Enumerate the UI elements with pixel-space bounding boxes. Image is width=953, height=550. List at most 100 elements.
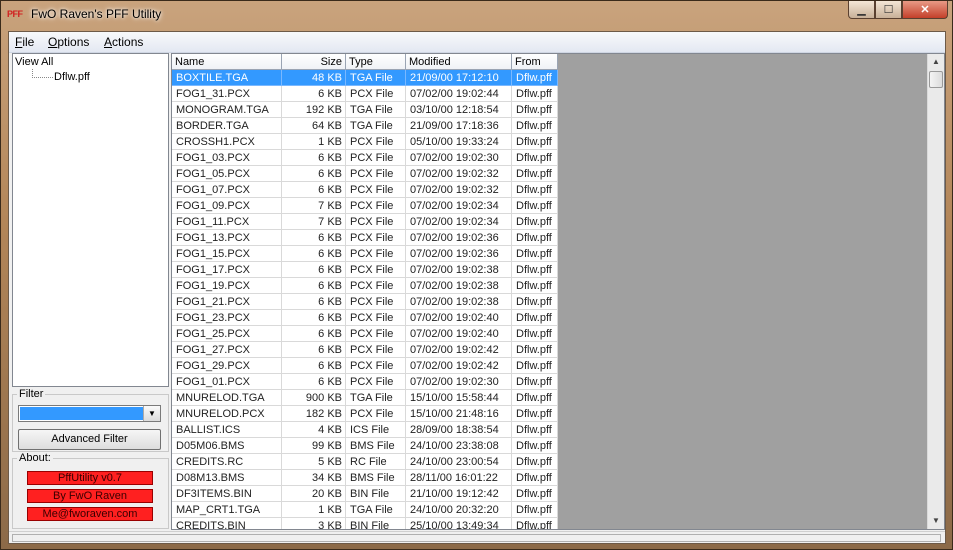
window-title: FwO Raven's PFF Utility — [31, 7, 162, 21]
file-size: 7 KB — [282, 214, 346, 230]
file-size: 6 KB — [282, 86, 346, 102]
file-name: FOG1_21.PCX — [172, 294, 282, 310]
table-row[interactable]: FOG1_11.PCX 7 KB PCX File 07/02/00 19:02:34… — [172, 214, 558, 230]
scroll-up-icon[interactable]: ▲ — [928, 54, 944, 70]
close-button[interactable]: ✕ — [902, 1, 948, 19]
table-row[interactable]: FOG1_07.PCX 6 KB PCX File 07/02/00 19:02:32… — [172, 182, 558, 198]
maximize-icon: ☐ — [883, 4, 894, 16]
table-row[interactable]: MAP_CRT1.TGA 1 KB TGA File 24/10/00 20:32:2… — [172, 502, 558, 518]
file-type: PCX File — [346, 342, 406, 358]
table-row[interactable]: D05M06.BMS 99 KB BMS File 24/10/00 23:38:08… — [172, 438, 558, 454]
file-name: FOG1_19.PCX — [172, 278, 282, 294]
menu-file[interactable]: File — [15, 35, 34, 49]
table-row[interactable]: FOG1_17.PCX 6 KB PCX File 07/02/00 19:02:38… — [172, 262, 558, 278]
tree-item-view-all[interactable]: View All — [15, 56, 53, 68]
column-header-name[interactable]: Name — [172, 54, 282, 70]
archive-tree[interactable]: View All Dflw.pff — [12, 53, 169, 387]
file-size: 3 KB — [282, 518, 346, 529]
column-header-type[interactable]: Type — [346, 54, 406, 70]
menu-actions[interactable]: Actions — [104, 35, 143, 49]
file-modified: 07/02/00 19:02:30 — [406, 374, 512, 390]
filter-dropdown[interactable]: ▼ — [18, 405, 161, 422]
file-name: FOG1_31.PCX — [172, 86, 282, 102]
table-row[interactable]: FOG1_09.PCX 7 KB PCX File 07/02/00 19:02:34… — [172, 198, 558, 214]
file-from: Dflw.pff — [512, 134, 558, 150]
status-panel — [12, 534, 941, 542]
file-type: BIN File — [346, 486, 406, 502]
file-modified: 07/02/00 19:02:36 — [406, 246, 512, 262]
about-email: Me@fworaven.com — [27, 507, 153, 521]
table-row[interactable]: FOG1_19.PCX 6 KB PCX File 07/02/00 19:02:38… — [172, 278, 558, 294]
file-modified: 28/09/00 18:38:54 — [406, 422, 512, 438]
client-area: File Options Actions View All Dflw.pff F… — [8, 31, 946, 544]
file-from: Dflw.pff — [512, 150, 558, 166]
table-row[interactable]: BOXTILE.TGA 48 KB TGA File 21/09/00 17:12:1… — [172, 70, 558, 86]
filter-label: Filter — [17, 388, 46, 400]
file-list[interactable]: Name Size Type Modified From BOXTILE.TGA… — [171, 53, 945, 530]
file-from: Dflw.pff — [512, 422, 558, 438]
title-bar[interactable]: PFF FwO Raven's PFF Utility ▁ ☐ ✕ — [1, 1, 952, 29]
file-from: Dflw.pff — [512, 182, 558, 198]
vertical-scrollbar[interactable]: ▲ ▼ — [927, 54, 944, 529]
file-name: FOG1_11.PCX — [172, 214, 282, 230]
table-row[interactable]: MNURELOD.TGA 900 KB TGA File 15/10/00 15:58… — [172, 390, 558, 406]
column-header-from[interactable]: From — [512, 54, 558, 70]
table-row[interactable]: DF3ITEMS.BIN 20 KB BIN File 21/10/00 19:12:… — [172, 486, 558, 502]
table-row[interactable]: CROSSH1.PCX 1 KB PCX File 05/10/00 19:33:24… — [172, 134, 558, 150]
table-row[interactable]: BORDER.TGA 64 KB TGA File 21/09/00 17:18:36… — [172, 118, 558, 134]
maximize-button[interactable]: ☐ — [875, 1, 902, 19]
table-row[interactable]: FOG1_05.PCX 6 KB PCX File 07/02/00 19:02:32… — [172, 166, 558, 182]
scroll-down-icon[interactable]: ▼ — [928, 513, 944, 529]
app-icon: PFF — [7, 9, 23, 19]
file-from: Dflw.pff — [512, 102, 558, 118]
table-row[interactable]: FOG1_31.PCX 6 KB PCX File 07/02/00 19:02:44… — [172, 86, 558, 102]
file-size: 6 KB — [282, 326, 346, 342]
table-row[interactable]: CREDITS.BIN 3 KB BIN File 25/10/00 13:49:34… — [172, 518, 558, 529]
table-row[interactable]: FOG1_25.PCX 6 KB PCX File 07/02/00 19:02:40… — [172, 326, 558, 342]
table-row[interactable]: FOG1_13.PCX 6 KB PCX File 07/02/00 19:02:36… — [172, 230, 558, 246]
file-modified: 07/02/00 19:02:42 — [406, 358, 512, 374]
file-size: 6 KB — [282, 246, 346, 262]
file-size: 20 KB — [282, 486, 346, 502]
file-type: TGA File — [346, 118, 406, 134]
table-row[interactable]: FOG1_27.PCX 6 KB PCX File 07/02/00 19:02:42… — [172, 342, 558, 358]
minimize-button[interactable]: ▁ — [848, 1, 875, 19]
file-size: 64 KB — [282, 118, 346, 134]
file-size: 6 KB — [282, 182, 346, 198]
table-row[interactable]: MONOGRAM.TGA 192 KB TGA File 03/10/00 12:18… — [172, 102, 558, 118]
file-modified: 25/10/00 13:49:34 — [406, 518, 512, 529]
file-name: FOG1_23.PCX — [172, 310, 282, 326]
file-from: Dflw.pff — [512, 230, 558, 246]
file-modified: 21/10/00 19:12:42 — [406, 486, 512, 502]
advanced-filter-button[interactable]: Advanced Filter — [18, 429, 161, 450]
file-from: Dflw.pff — [512, 70, 558, 86]
table-row[interactable]: CREDITS.RC 5 KB RC File 24/10/00 23:00:54 Df… — [172, 454, 558, 470]
table-row[interactable]: BALLIST.ICS 4 KB ICS File 28/09/00 18:38:54… — [172, 422, 558, 438]
scroll-thumb[interactable] — [929, 71, 943, 88]
menu-options[interactable]: Options — [48, 35, 89, 49]
menu-bar: File Options Actions — [9, 32, 945, 53]
about-label: About: — [17, 452, 53, 464]
file-type: PCX File — [346, 214, 406, 230]
file-modified: 07/02/00 19:02:38 — [406, 294, 512, 310]
table-row[interactable]: FOG1_15.PCX 6 KB PCX File 07/02/00 19:02:36… — [172, 246, 558, 262]
column-header-modified[interactable]: Modified — [406, 54, 512, 70]
table-row[interactable]: FOG1_29.PCX 6 KB PCX File 07/02/00 19:02:42… — [172, 358, 558, 374]
file-from: Dflw.pff — [512, 358, 558, 374]
table-row[interactable]: FOG1_03.PCX 6 KB PCX File 07/02/00 19:02:30… — [172, 150, 558, 166]
file-type: PCX File — [346, 294, 406, 310]
chevron-down-icon[interactable]: ▼ — [143, 406, 160, 421]
table-row[interactable]: D08M13.BMS 34 KB BMS File 28/11/00 16:01:22… — [172, 470, 558, 486]
table-row[interactable]: FOG1_21.PCX 6 KB PCX File 07/02/00 19:02:38… — [172, 294, 558, 310]
tree-item-dflw-pff[interactable]: Dflw.pff — [54, 71, 90, 83]
file-name: FOG1_09.PCX — [172, 198, 282, 214]
table-row[interactable]: FOG1_23.PCX 6 KB PCX File 07/02/00 19:02:40… — [172, 310, 558, 326]
table-row[interactable]: FOG1_01.PCX 6 KB PCX File 07/02/00 19:02:30… — [172, 374, 558, 390]
file-name: MONOGRAM.TGA — [172, 102, 282, 118]
table-row[interactable]: MNURELOD.PCX 182 KB PCX File 15/10/00 21:48… — [172, 406, 558, 422]
column-header-size[interactable]: Size — [282, 54, 346, 70]
minimize-icon: ▁ — [857, 4, 866, 16]
caption-buttons: ▁ ☐ ✕ — [848, 1, 948, 21]
file-size: 48 KB — [282, 70, 346, 86]
file-from: Dflw.pff — [512, 262, 558, 278]
